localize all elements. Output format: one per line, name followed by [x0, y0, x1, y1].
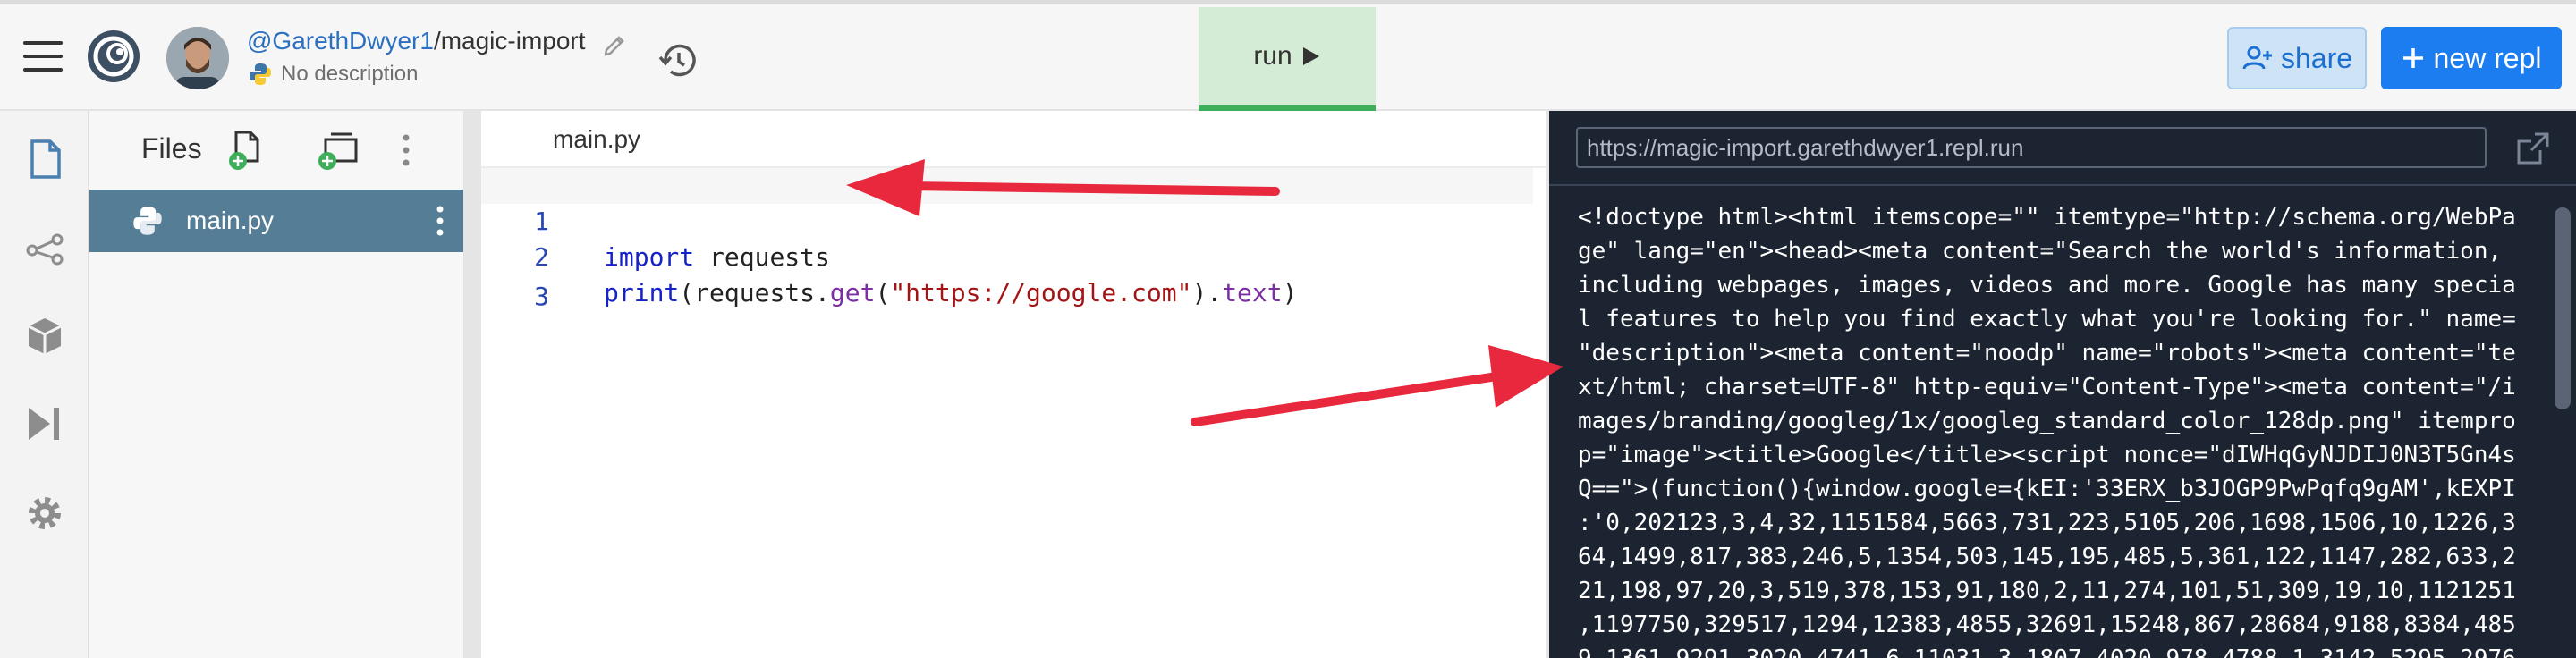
new-repl-label: new repl [2433, 41, 2542, 74]
avatar[interactable] [166, 27, 229, 89]
console-line: xt/html; charset=UTF-8" http-equiv="Cont… [1578, 374, 2516, 401]
scrollbar[interactable] [2555, 207, 2571, 409]
console-line: 21,198,97,20,3,519,378,153,91,180,2,11,2… [1578, 578, 2516, 604]
python-file-icon [133, 207, 162, 235]
code-editor[interactable]: main.py 1 import requests 2 print(reques… [481, 111, 1546, 658]
output-divider [1549, 184, 2576, 186]
file-menu-icon[interactable] [429, 203, 451, 239]
console-line: including webpages, images, videos and m… [1578, 272, 2516, 299]
code-line[interactable]: 1 import requests [481, 168, 830, 272]
console-line: ge" lang="en"><head><meta content="Searc… [1578, 238, 2503, 265]
open-in-new-tab-icon[interactable] [2515, 131, 2551, 166]
line-number: 3 [534, 282, 549, 311]
files-icon[interactable] [23, 138, 66, 181]
run-label: run [1253, 41, 1292, 71]
menu-icon[interactable] [23, 41, 63, 72]
console-line: p="image"><title>Google</title><script n… [1578, 442, 2516, 468]
share-nodes-icon[interactable] [23, 227, 66, 270]
code-line[interactable]: 2 print(requests.get("https://google.com… [481, 204, 1297, 308]
share-label: share [2280, 41, 2353, 74]
add-file-icon[interactable] [227, 129, 270, 172]
console-line: l features to help you find exactly what… [1578, 306, 2516, 333]
replit-logo-icon[interactable] [86, 29, 141, 84]
settings-icon[interactable] [23, 492, 66, 535]
console-line: "description"><meta content="noodp" name… [1578, 340, 2516, 367]
python-icon [250, 63, 271, 85]
plus-icon [2402, 48, 2423, 68]
repl-description[interactable]: No description [281, 62, 418, 87]
console-output[interactable]: <!doctype html><html itemscope="" itemty… [1578, 200, 2544, 658]
console-line: 64,1499,817,383,246,5,1354,503,145,195,4… [1578, 544, 2516, 570]
sidebar-rail [0, 111, 89, 658]
files-panel: Files main.py [89, 111, 463, 658]
share-button[interactable]: share [2227, 27, 2367, 89]
description-row: No description [249, 61, 418, 88]
run-button[interactable]: run [1199, 7, 1376, 111]
console-line: 9,1361,9291,3020,4741,6,11031,3,1807,402… [1578, 642, 2544, 658]
file-name: main.py [186, 207, 275, 234]
url-bar[interactable]: https://magic-import.garethdwyer1.repl.r… [1576, 127, 2487, 168]
top-border [0, 0, 2576, 4]
more-options-icon[interactable] [385, 129, 428, 172]
pencil-icon[interactable] [601, 30, 628, 57]
code-line[interactable]: 3 [481, 243, 549, 311]
code-text: import requests [604, 242, 830, 272]
repl-title: @GarethDwyer1/magic-import [247, 27, 586, 55]
code-text: print(requests.get("https://google.com")… [604, 278, 1298, 308]
files-title: Files [141, 132, 202, 164]
console-line: ,1197750,329517,1294,12383,4855,32691,15… [1578, 612, 2516, 638]
add-folder-icon[interactable] [317, 129, 360, 172]
repl-name[interactable]: /magic-import [434, 27, 586, 55]
history-icon[interactable] [657, 39, 699, 82]
console-line: Q==">(function(){window.google={kEI:'33E… [1578, 476, 2516, 502]
panel-splitter[interactable] [463, 111, 481, 658]
console-line: <!doctype html><html itemscope="" itemty… [1578, 204, 2516, 231]
debugger-icon[interactable] [23, 402, 66, 445]
console-line: mages/branding/googleg/1x/googleg_standa… [1578, 408, 2516, 434]
add-user-icon [2242, 46, 2272, 70]
output-panel: https://magic-import.garethdwyer1.repl.r… [1549, 111, 2576, 658]
packages-icon[interactable] [23, 315, 66, 358]
console-line: :'0,202123,3,4,32,1151584,5663,731,223,5… [1578, 510, 2516, 536]
top-bar: @GarethDwyer1/magic-import No descriptio… [0, 0, 2576, 111]
new-repl-button[interactable]: new repl [2381, 27, 2562, 89]
active-line-highlight [481, 168, 1533, 204]
play-icon [1302, 47, 1319, 65]
username-link[interactable]: @GarethDwyer1 [247, 27, 434, 55]
file-item-main-py[interactable]: main.py [89, 190, 463, 252]
editor-tab[interactable]: main.py [553, 125, 640, 154]
